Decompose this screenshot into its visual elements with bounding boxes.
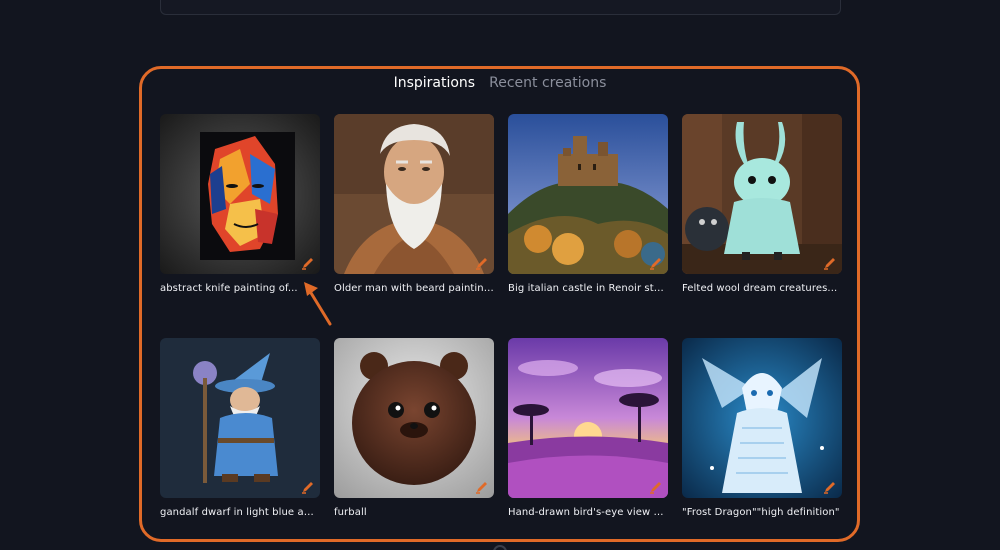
card-thumbnail[interactable] <box>334 338 494 498</box>
edit-pencil-icon[interactable] <box>649 256 663 270</box>
card-thumbnail[interactable] <box>160 338 320 498</box>
wizard-dwarf-image <box>160 338 320 498</box>
edit-pencil-icon[interactable] <box>823 256 837 270</box>
card-thumbnail[interactable] <box>682 114 842 274</box>
abstract-face-image <box>160 114 320 274</box>
card-thumbnail[interactable] <box>334 114 494 274</box>
card-thumbnail[interactable] <box>508 114 668 274</box>
furball-image <box>334 338 494 498</box>
frost-dragon-image <box>682 338 842 498</box>
gallery-card[interactable]: Big italian castle in Renoir styl... <box>508 114 668 296</box>
edit-pencil-icon[interactable] <box>823 480 837 494</box>
italian-castle-image <box>508 114 668 274</box>
edit-pencil-icon[interactable] <box>301 256 315 270</box>
gallery-tabs: Inspirations Recent creations <box>0 73 1000 93</box>
card-caption: gandalf dwarf in light blue and... <box>160 507 320 518</box>
gallery-card[interactable]: Older man with beard painting... <box>334 114 494 296</box>
pointer-arrow-icon <box>304 282 332 326</box>
card-thumbnail[interactable] <box>508 338 668 498</box>
card-caption: abstract knife painting of... <box>160 283 298 294</box>
tab-inspirations[interactable]: Inspirations <box>394 73 476 93</box>
card-thumbnail[interactable] <box>682 338 842 498</box>
purple-landscape-image <box>508 338 668 498</box>
edit-pencil-icon[interactable] <box>301 480 315 494</box>
card-caption: Felted wool dream creatures... <box>682 283 838 294</box>
card-caption: Older man with beard painting... <box>334 283 494 294</box>
gallery-card[interactable]: gandalf dwarf in light blue and... <box>160 338 320 520</box>
card-thumbnail[interactable] <box>160 114 320 274</box>
scroll-indicator <box>493 545 507 550</box>
edit-pencil-icon[interactable] <box>649 480 663 494</box>
card-caption: Big italian castle in Renoir styl... <box>508 283 668 294</box>
gallery-card[interactable]: furball <box>334 338 494 520</box>
felted-wool-image <box>682 114 842 274</box>
top-panel <box>160 0 841 15</box>
card-caption: furball <box>334 507 367 518</box>
gallery-card[interactable]: "Frost Dragon""high definition" <box>682 338 842 520</box>
tab-recent-creations[interactable]: Recent creations <box>489 73 606 93</box>
card-caption: Hand-drawn bird's-eye view of... <box>508 507 668 518</box>
card-caption: "Frost Dragon""high definition" <box>682 507 840 518</box>
gallery-card[interactable]: Felted wool dream creatures... <box>682 114 842 296</box>
gallery-card[interactable]: abstract knife painting of... <box>160 114 320 296</box>
old-man-portrait-image <box>334 114 494 274</box>
edit-pencil-icon[interactable] <box>475 480 489 494</box>
gallery-card[interactable]: Hand-drawn bird's-eye view of... <box>508 338 668 520</box>
edit-pencil-icon[interactable] <box>475 256 489 270</box>
